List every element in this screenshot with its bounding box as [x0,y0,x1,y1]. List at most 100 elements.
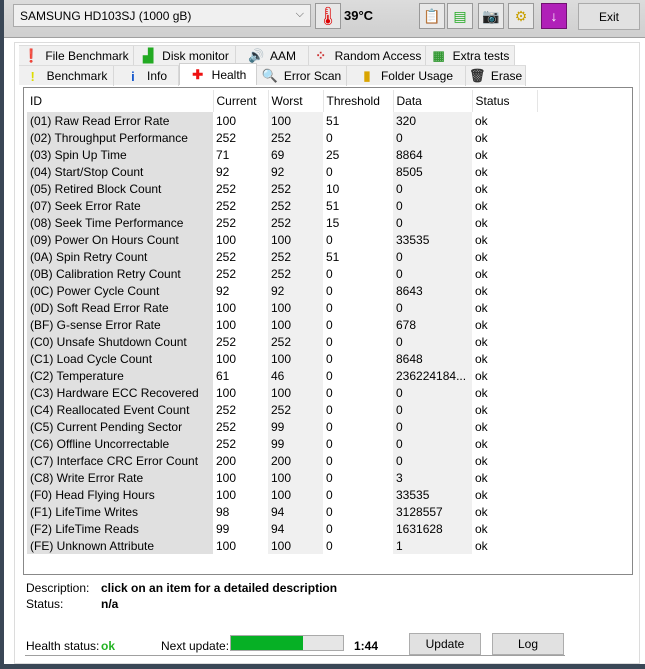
column-header-data[interactable]: Data [393,90,473,112]
cell-status: ok [472,486,537,503]
table-row[interactable]: (C6) Offline Uncorrectable 252 99 0 0 ok [27,435,537,452]
cell-current: 100 [213,316,268,333]
health-status-label: Health status: [26,639,100,653]
cell-current: 252 [213,418,268,435]
table-row[interactable]: (03) Spin Up Time 71 69 25 8864 ok [27,146,537,163]
table-row[interactable]: (C3) Hardware ECC Recovered 100 100 0 0 ok [27,384,537,401]
tab-random-access[interactable]: ⁘ Random Access [309,46,426,66]
cell-threshold: 0 [323,282,393,299]
table-row[interactable]: (0A) Spin Retry Count 252 252 51 0 ok [27,248,537,265]
table-row[interactable]: (F0) Head Flying Hours 100 100 0 33535 ok [27,486,537,503]
cell-status: ok [472,367,537,384]
cell-worst: 252 [268,197,323,214]
tab-health[interactable]: ✚ Health [179,63,257,85]
table-row[interactable]: (08) Seek Time Performance 252 252 15 0 ok [27,214,537,231]
table-row[interactable]: (C5) Current Pending Sector 252 99 0 0 ok [27,418,537,435]
cell-id: (FE) Unknown Attribute [27,537,213,554]
table-row[interactable]: (04) Start/Stop Count 92 92 0 8505 ok [27,163,537,180]
table-row[interactable]: (07) Seek Error Rate 252 252 51 0 ok [27,197,537,214]
table-row[interactable]: (C0) Unsafe Shutdown Count 252 252 0 0 ok [27,333,537,350]
cell-status: ok [472,146,537,163]
cell-id: (0C) Power Cycle Count [27,282,213,299]
cell-threshold: 0 [323,486,393,503]
cell-worst: 252 [268,129,323,146]
cell-worst: 252 [268,265,323,282]
log-button[interactable]: Log [492,633,564,655]
column-header-status[interactable]: Status [472,90,538,112]
table-header: ID Current Worst Threshold Data Status [27,90,538,112]
file-benchmark-icon: ❗ [23,48,40,63]
cell-status: ok [472,163,537,180]
cell-status: ok [472,384,537,401]
column-header-current[interactable]: Current [213,90,269,112]
tab-erase[interactable]: 🗑 Erase [466,66,526,86]
tab-label: Random Access [334,49,422,63]
cell-id: (BF) G-sense Error Rate [27,316,213,333]
tab-extra-tests[interactable]: ▦ Extra tests [426,46,515,66]
cell-current: 252 [213,129,268,146]
cell-threshold: 0 [323,503,393,520]
tab-info[interactable]: i Info [114,66,179,86]
tab-label: AAM [269,49,296,63]
table-row[interactable]: (C1) Load Cycle Count 100 100 0 8648 ok [27,350,537,367]
screenshot-button[interactable]: 📷 [478,3,504,29]
table-row[interactable]: (02) Throughput Performance 252 252 0 0 ok [27,129,537,146]
tab-file-benchmark[interactable]: ❗ File Benchmark [19,46,134,66]
column-header-id[interactable]: ID [27,90,214,112]
cell-worst: 99 [268,418,323,435]
tab-error-scan[interactable]: 🔍 Error Scan [257,66,347,86]
copy-image-button[interactable]: ▤ [447,3,473,29]
cell-threshold: 51 [323,248,393,265]
table-row[interactable]: (F2) LifeTime Reads 99 94 0 1631628 ok [27,520,537,537]
table-row[interactable]: (01) Raw Read Error Rate 100 100 51 320 ok [27,112,537,129]
cell-data: 0 [393,197,472,214]
cell-threshold: 0 [323,435,393,452]
tab-folder-usage[interactable]: ▮ Folder Usage [347,66,466,86]
cell-id: (F0) Head Flying Hours [27,486,213,503]
drive-select[interactable]: SAMSUNG HD103SJ (1000 gB) ⌵ [13,4,311,27]
table-row[interactable]: (05) Retired Block Count 252 252 10 0 ok [27,180,537,197]
cell-data: 0 [393,129,472,146]
table-row[interactable]: (0D) Soft Read Error Rate 100 100 0 0 ok [27,299,537,316]
cell-data: 8648 [393,350,472,367]
column-header-threshold[interactable]: Threshold [323,90,394,112]
cell-status: ok [472,469,537,486]
options-button[interactable]: ⚙ [508,3,534,29]
cell-worst: 94 [268,503,323,520]
table-row[interactable]: (C4) Reallocated Event Count 252 252 0 0 ok [27,401,537,418]
cell-status: ok [472,197,537,214]
cell-status: ok [472,503,537,520]
cell-data: 0 [393,299,472,316]
cell-worst: 100 [268,316,323,333]
table-row[interactable]: (FE) Unknown Attribute 100 100 0 1 ok [27,537,537,554]
cell-worst: 100 [268,384,323,401]
tab-row-1: ❗ File Benchmark ▟ Disk monitor 🔊 AAM ⁘ Random … [19,45,515,66]
exit-button[interactable]: Exit [578,3,640,30]
save-button[interactable]: ↓ [541,3,567,29]
update-button[interactable]: Update [409,633,481,655]
tab-label: Benchmark [46,69,108,83]
tab-benchmark[interactable]: ! Benchmark [19,66,114,86]
table-row[interactable]: (F1) LifeTime Writes 98 94 0 3128557 ok [27,503,537,520]
table-row[interactable]: (09) Power On Hours Count 100 100 0 33535 ok [27,231,537,248]
cell-id: (C8) Write Error Rate [27,469,213,486]
cell-current: 92 [213,163,268,180]
temperature-button[interactable]: 🌡 [315,3,341,29]
table-row[interactable]: (0B) Calibration Retry Count 252 252 0 0 ok [27,265,537,282]
cell-data: 3 [393,469,472,486]
table-row[interactable]: (BF) G-sense Error Rate 100 100 0 678 ok [27,316,537,333]
cell-status: ok [472,180,537,197]
cell-worst: 200 [268,452,323,469]
cell-id: (0B) Calibration Retry Count [27,265,213,282]
cell-id: (02) Throughput Performance [27,129,213,146]
table-row[interactable]: (C7) Interface CRC Error Count 200 200 0 0 ok [27,452,537,469]
cell-data: 8864 [393,146,472,163]
table-row[interactable]: (C2) Temperature 61 46 0 236224184... ok [27,367,537,384]
cell-threshold: 0 [323,452,393,469]
cell-current: 100 [213,231,268,248]
column-header-worst[interactable]: Worst [268,90,324,112]
table-row[interactable]: (C8) Write Error Rate 100 100 0 3 ok [27,469,537,486]
copy-text-button[interactable]: 📋 [419,3,445,29]
table-row[interactable]: (0C) Power Cycle Count 92 92 0 8643 ok [27,282,537,299]
cell-current: 100 [213,537,268,554]
